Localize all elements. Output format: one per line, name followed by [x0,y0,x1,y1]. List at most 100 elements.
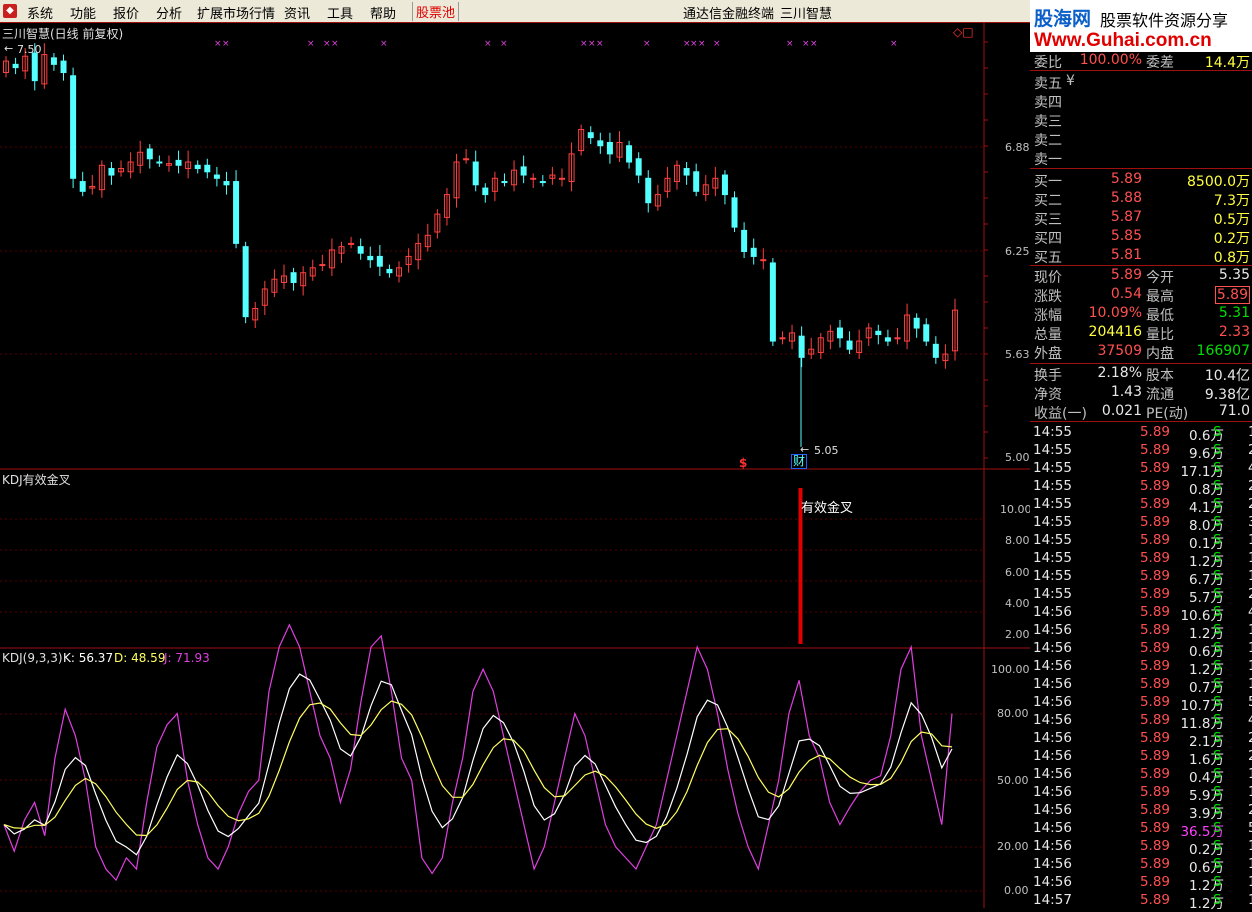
tick-row[interactable]: 14:555.898.0万S3 [1030,514,1252,534]
kdj-j-value: J: 71.93 [164,651,210,665]
buy-row-5[interactable]: 买五 5.81 0.8万 [1030,247,1252,266]
sell-row-5[interactable]: 卖五 ¥ [1030,73,1252,92]
chart-canvas[interactable]: × × × × × × × × × × × × × × × × × × × × [0,22,1030,908]
tick-row[interactable]: 14:565.8910.6万S4 [1030,604,1252,624]
tick-side: S [1213,640,1222,656]
tick-time: 14:56 [1033,712,1072,728]
app-logo-icon[interactable]: ◆ [3,4,17,18]
sell-row-3[interactable]: 卖三 [1030,111,1252,130]
tick-count: 1 [1248,532,1252,548]
tick-price: 5.89 [1139,478,1170,494]
tick-row[interactable]: 14:555.899.6万S2 [1030,442,1252,462]
tick-time: 14:55 [1033,460,1072,476]
main-chart-title: 三川智慧(日线 前复权) [2,27,124,41]
tick-row[interactable]: 14:565.8910.7万S5 [1030,694,1252,714]
dollar-marker-icon[interactable]: $ [739,456,747,470]
candle-body [606,141,613,155]
buy-row-2[interactable]: 买二 5.88 7.3万 [1030,190,1252,209]
candle-body [769,262,776,342]
tick-row[interactable]: 14:565.891.2万S1 [1030,874,1252,894]
kdj-signal-title: KDJ有效金叉 [2,473,71,487]
menu-quote[interactable]: 报价 [113,3,139,22]
menu-help[interactable]: 帮助 [370,3,396,22]
tick-time: 14:56 [1033,838,1072,854]
tick-row[interactable]: 14:565.8911.8万S4 [1030,712,1252,732]
tick-side: S [1213,784,1222,800]
menu-function[interactable]: 功能 [70,3,96,22]
sell-row-2[interactable]: 卖二 [1030,130,1252,149]
tick-time: 14:56 [1033,676,1072,692]
buy-row-1[interactable]: 买一 5.89 8500.0万 [1030,171,1252,190]
tick-side: S [1213,730,1222,746]
tick-row[interactable]: 14:555.890.1万S1 [1030,532,1252,552]
tick-row[interactable]: 14:555.896.7万S1 [1030,568,1252,588]
menu-stock-pool[interactable]: 股票池 [412,2,460,21]
menu-analysis[interactable]: 分析 [156,3,182,22]
buy-volume: 0.5万 [1213,212,1250,228]
tick-price: 5.89 [1139,640,1170,656]
sell-label: 卖三 [1034,114,1062,130]
tick-row[interactable]: 14:565.890.6万S1 [1030,640,1252,660]
tick-row[interactable]: 14:565.891.2万S1 [1030,658,1252,678]
menu-tools[interactable]: 工具 [327,3,353,22]
menu-news[interactable]: 资讯 [284,3,310,22]
tick-row[interactable]: 14:565.891.6万S2 [1030,748,1252,768]
tick-row[interactable]: 14:555.895.7万S2 [1030,586,1252,606]
signal-tick-4: 4.00 [1005,597,1030,610]
tick-price: 5.89 [1139,676,1170,692]
tick-price: 5.89 [1139,568,1170,584]
kdj-tick-80: 80.00 [997,707,1029,720]
chart-area[interactable]: × × × × × × × × × × × × × × × × × × × × 三川智慧(日线 前复权) ← 7.50… [0,22,1032,908]
candle-body [884,337,891,342]
buy-price: 5.87 [1110,209,1142,225]
tick-count: 3 [1248,514,1252,530]
tick-price: 5.89 [1139,820,1170,836]
tick-row[interactable]: 14:565.891.2万S1 [1030,622,1252,642]
menu-system[interactable]: 系统 [27,3,53,22]
tick-row[interactable]: 14:555.8917.1万S4 [1030,460,1252,480]
candle-body [204,164,211,173]
menu-extended-market[interactable]: 扩展市场行情 [197,3,275,22]
buy-label: 买四 [1034,231,1062,247]
tick-row[interactable]: 14:575.891.2万S1 [1030,892,1252,912]
tick-row[interactable]: 14:565.892.1万S2 [1030,730,1252,750]
separator [1030,265,1252,266]
cross-marker-icon: × [323,39,331,49]
tick-price: 5.89 [1139,730,1170,746]
tick-row[interactable]: 14:565.893.9万S2 [1030,802,1252,822]
chart-corner-icons[interactable]: ◇□ [953,25,974,39]
tick-row[interactable]: 14:565.895.9万S1 [1030,784,1252,804]
tick-row[interactable]: 14:565.890.6万S1 [1030,856,1252,876]
buy-row-3[interactable]: 买三 5.87 0.5万 [1030,209,1252,228]
cross-marker-icon: × [713,39,721,49]
sell-row-4[interactable]: 卖四 [1030,92,1252,111]
tick-row[interactable]: 14:565.890.4万S1 [1030,766,1252,786]
tick-row[interactable]: 14:565.890.2万S1 [1030,838,1252,858]
candle-body [558,177,565,180]
candle-body [242,246,249,318]
tick-row[interactable]: 14:555.891.2万S1 [1030,550,1252,570]
tick-time: 14:56 [1033,604,1072,620]
tick-price: 5.89 [1139,856,1170,872]
finance-marker-icon[interactable]: 财 [791,454,808,469]
tick-row[interactable]: 14:555.890.8万S2 [1030,478,1252,498]
tick-count: 1 [1248,676,1252,692]
kdj-k-line [3,673,953,856]
sell-row-1[interactable]: 卖一 [1030,149,1252,168]
tick-side: S [1213,676,1222,692]
tick-row[interactable]: 14:555.894.1万S2 [1030,496,1252,516]
low-price-label: 5.05 [814,444,839,457]
tick-row[interactable]: 14:565.890.7万S1 [1030,676,1252,696]
candle-body [846,340,853,350]
stat-row: 总量 204416 量比 2.33 [1030,324,1252,343]
candle-body [223,181,230,186]
buy-row-4[interactable]: 买四 5.85 0.2万 [1030,228,1252,247]
tick-count: 1 [1248,892,1252,908]
tick-row[interactable]: 14:555.890.6万S1 [1030,424,1252,444]
candle-body [923,324,930,342]
candle-body [760,259,767,262]
tick-row[interactable]: 14:565.8936.5万S5 [1030,820,1252,840]
stat-row: 外盘 37509 内盘 166907 [1030,343,1252,362]
candle-body [501,181,508,184]
separator [1030,168,1252,169]
